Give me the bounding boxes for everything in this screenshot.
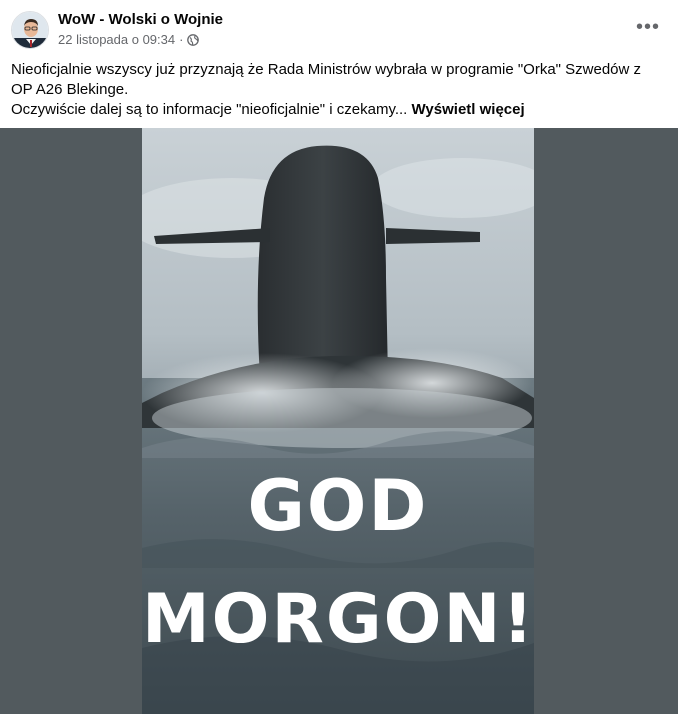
post-header: WoW - Wolski o Wojnie 22 listopada o 09:… [0,0,678,56]
author-avatar[interactable] [11,11,49,49]
author-name[interactable]: WoW - Wolski o Wojnie [58,11,223,28]
post-text-line-2: Oczywiście dalej są to informacje "nieof… [11,100,661,120]
globe-icon[interactable] [187,33,200,46]
meta-separator: · [179,32,184,47]
image-caption-line-1: GOD [247,465,429,547]
post-media[interactable]: GOD MORGON! [0,128,678,714]
post-text-line-1: Nieoficjalnie wszyscy już przyznają że R… [11,61,642,98]
image-caption-line-2: MORGON! [142,580,534,659]
see-more-link[interactable]: Wyświetl więcej [412,101,525,118]
facebook-post: WoW - Wolski o Wojnie 22 listopada o 09:… [0,0,678,714]
post-meta: 22 listopada o 09:34 · [58,32,200,47]
post-text-line-2-content: Oczywiście dalej są to informacje "nieof… [11,101,408,118]
more-options-icon[interactable]: ••• [636,17,660,37]
post-photo[interactable]: GOD MORGON! [142,128,534,714]
post-date[interactable]: 22 listopada o 09:34 [58,32,175,47]
post-text: Nieoficjalnie wszyscy już przyznają że R… [11,60,661,120]
